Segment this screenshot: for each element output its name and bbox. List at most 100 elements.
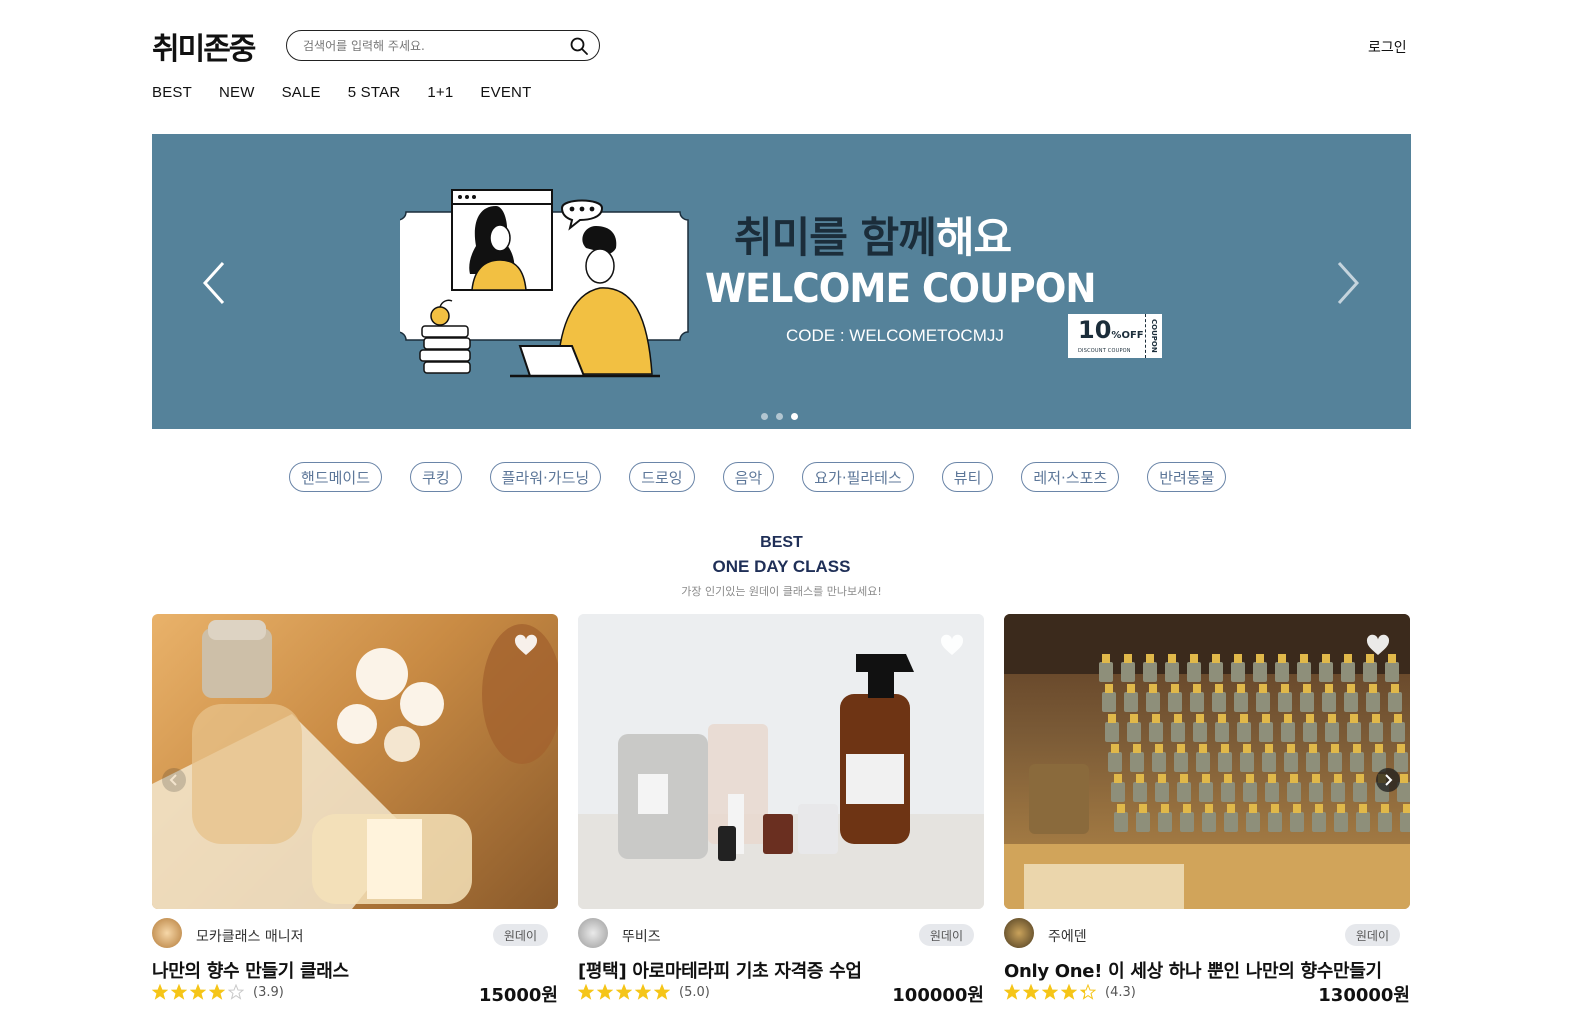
section-title: ONE DAY CLASS <box>712 557 851 576</box>
star-icon <box>209 984 225 1000</box>
nav-best[interactable]: BEST <box>152 84 192 101</box>
avatar <box>578 918 608 948</box>
search-icon[interactable] <box>569 36 589 56</box>
banner-dot-1[interactable] <box>761 413 768 420</box>
category-drawing[interactable]: 드로잉 <box>629 462 695 492</box>
banner-title-dark: 취미를 함께 <box>734 213 937 262</box>
coupon-off: OFF <box>1121 330 1144 341</box>
coupon-code: CODE : WELCOMETOCMJJ <box>786 326 1004 345</box>
star-icon <box>597 984 613 1000</box>
section-description: 가장 인기있는 원데이 클래스를 만나보세요! <box>681 585 882 598</box>
class-price: 100000원 <box>892 985 984 1006</box>
coupon-side-text: COUPON <box>1150 319 1158 353</box>
banner-next-button[interactable] <box>1330 258 1366 308</box>
section-label: BEST <box>760 534 803 551</box>
hero-banner[interactable]: 취미를 함께해요 WELCOME COUPON CODE : WELCOMETO… <box>152 134 1411 429</box>
perfume-bottles-photo <box>1004 614 1410 909</box>
star-icon <box>190 984 206 1000</box>
perfume-photo <box>152 620 558 909</box>
class-thumbnail[interactable] <box>1004 614 1410 909</box>
star-icon <box>1042 984 1058 1000</box>
star-icon <box>1023 984 1039 1000</box>
category-handmade[interactable]: 핸드메이드 <box>289 462 383 492</box>
search-input[interactable] <box>303 38 569 53</box>
nav-5star[interactable]: 5 STAR <box>348 84 401 101</box>
host-name: 뚜비즈 <box>622 929 661 945</box>
nav-sale[interactable]: SALE <box>282 84 321 101</box>
online-class-illustration <box>400 189 689 378</box>
star-icon <box>1004 984 1020 1000</box>
avatar <box>152 918 182 948</box>
rating-value: (5.0) <box>679 984 710 1000</box>
category-yoga-pilates[interactable]: 요가·필라테스 <box>802 462 914 492</box>
card-meta: 뚜비즈 원데이 <box>578 918 984 950</box>
banner-pagination <box>761 413 798 420</box>
rating: (4.3) <box>1004 984 1136 1000</box>
main-nav: BEST NEW SALE 5 STAR 1+1 EVENT <box>152 84 531 101</box>
avatar <box>1004 918 1034 948</box>
class-title[interactable]: [평택] 아로마테라피 기초 자격증 수업 <box>578 957 862 983</box>
star-icon <box>616 984 632 1000</box>
class-card[interactable]: 주에덴 원데이 Only One! 이 세상 하나 뿐인 나만의 향수만들기 (… <box>1004 614 1410 1006</box>
star-icon <box>152 984 168 1000</box>
category-flower-gardening[interactable]: 플라워·가드닝 <box>489 462 602 492</box>
card-prev-button[interactable] <box>162 768 186 792</box>
class-type-badge: 원데이 <box>492 924 548 946</box>
banner-dot-3[interactable] <box>791 413 798 420</box>
class-type-badge: 원데이 <box>1344 924 1400 946</box>
category-cooking[interactable]: 쿠킹 <box>410 462 462 492</box>
aroma-products-photo <box>578 614 984 909</box>
class-title[interactable]: 나만의 향수 만들기 클래스 <box>152 957 349 983</box>
card-meta: 모카클래스 매니저 원데이 <box>152 918 558 950</box>
nav-1plus1[interactable]: 1+1 <box>427 84 453 101</box>
category-beauty[interactable]: 뷰티 <box>941 462 994 492</box>
class-thumbnail[interactable] <box>578 614 984 909</box>
coupon-small-text: DISCOUNT COUPON <box>1078 348 1131 354</box>
banner-subtitle: WELCOME COUPON <box>705 266 1097 312</box>
rating-value: (4.3) <box>1105 984 1136 1000</box>
heart-icon[interactable] <box>940 634 964 656</box>
class-title[interactable]: Only One! 이 세상 하나 뿐인 나만의 향수만들기 <box>1004 957 1382 983</box>
card-meta: 주에덴 원데이 <box>1004 918 1410 950</box>
star-icon <box>171 984 187 1000</box>
class-thumbnail[interactable] <box>152 614 558 909</box>
rating-value: (3.9) <box>253 984 284 1000</box>
coupon-ticket: 10%OFF DISCOUNT COUPON COUPON <box>1068 314 1162 358</box>
star-icon <box>1061 984 1077 1000</box>
coupon-percent: 10 <box>1078 316 1112 344</box>
nav-event[interactable]: EVENT <box>480 84 531 101</box>
class-card[interactable]: 모카클래스 매니저 원데이 나만의 향수 만들기 클래스 (3.9) 15000… <box>152 614 558 1006</box>
star-icon <box>654 984 670 1000</box>
class-card[interactable]: 뚜비즈 원데이 [평택] 아로마테라피 기초 자격증 수업 (5.0) 1000… <box>578 614 984 1006</box>
category-leisure-sports[interactable]: 레저·스포츠 <box>1021 462 1120 492</box>
category-list: 핸드메이드 쿠킹 플라워·가드닝 드로잉 음악 요가·필라테스 뷰티 레저·스포… <box>289 462 1227 492</box>
banner-prev-button[interactable] <box>196 258 232 308</box>
star-icon <box>228 984 244 1000</box>
login-link[interactable]: 로그인 <box>1368 37 1407 57</box>
star-icon <box>1080 984 1096 1000</box>
chevron-left-icon <box>202 261 225 305</box>
class-price: 15000원 <box>478 985 558 1006</box>
chevron-right-icon <box>1337 261 1360 305</box>
heart-icon[interactable] <box>514 634 538 656</box>
class-price: 130000원 <box>1318 985 1410 1006</box>
banner-dot-2[interactable] <box>776 413 783 420</box>
rating-stars <box>152 984 244 1000</box>
chevron-right-icon <box>1385 774 1393 786</box>
host-name: 주에덴 <box>1048 929 1087 945</box>
category-music[interactable]: 음악 <box>722 462 775 492</box>
banner-title-light: 해요 <box>935 213 1012 262</box>
rating: (3.9) <box>152 984 284 1000</box>
nav-new[interactable]: NEW <box>219 84 255 101</box>
chevron-left-icon <box>169 774 177 786</box>
card-next-button[interactable] <box>1376 768 1400 792</box>
heart-icon[interactable] <box>1366 634 1390 656</box>
rating: (5.0) <box>578 984 710 1000</box>
banner-title: 취미를 함께해요 <box>734 204 1012 265</box>
site-logo[interactable]: 취미존중 <box>152 24 256 68</box>
host-name: 모카클래스 매니저 <box>196 929 304 945</box>
class-type-badge: 원데이 <box>918 924 974 946</box>
star-icon <box>635 984 651 1000</box>
search-bar[interactable] <box>286 30 600 61</box>
category-pets[interactable]: 반려동물 <box>1147 462 1227 492</box>
